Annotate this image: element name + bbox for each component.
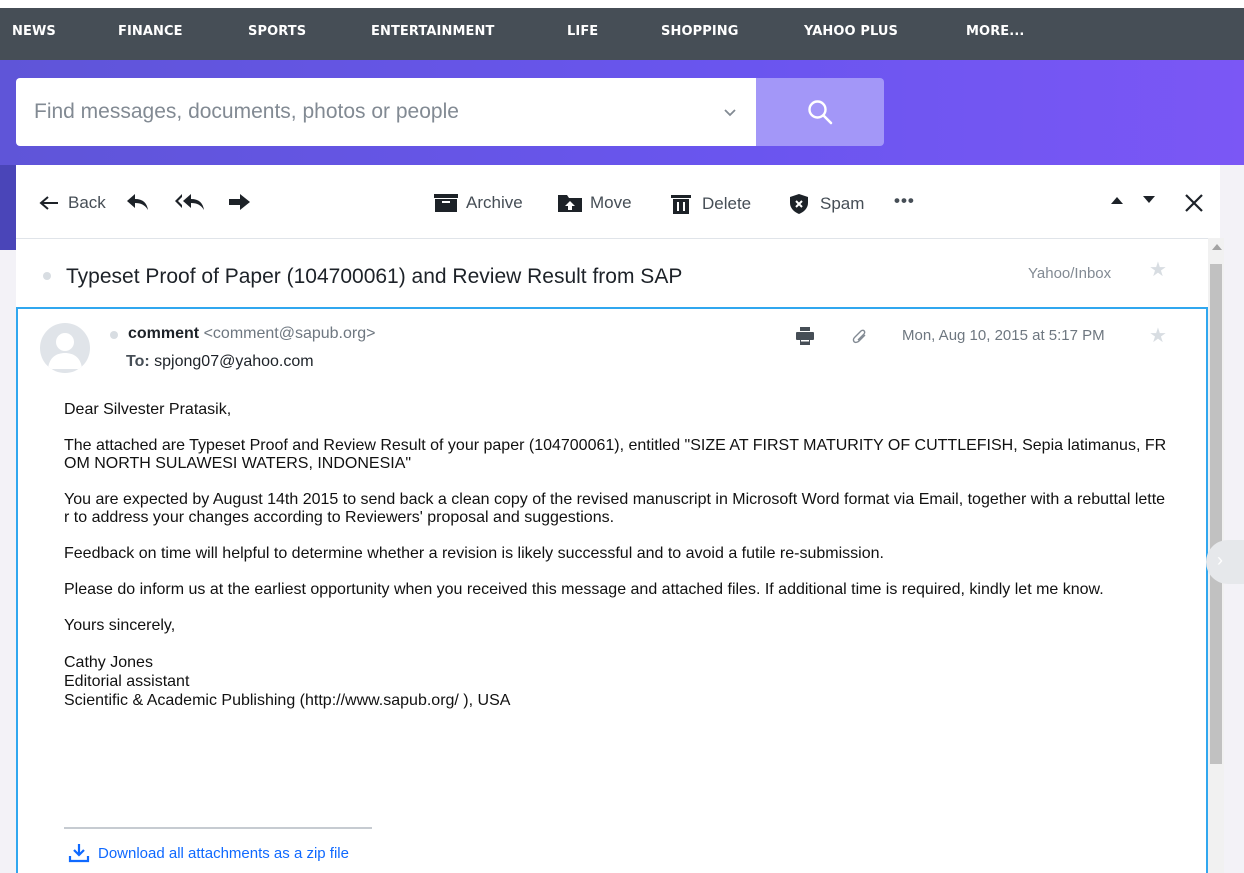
sender-status-dot	[110, 331, 118, 339]
move-button[interactable]: Move	[558, 193, 632, 213]
reply-button[interactable]	[126, 193, 150, 211]
delete-label: Delete	[702, 194, 752, 213]
trash-icon	[671, 195, 691, 214]
top-nav-bar	[0, 8, 1244, 60]
shield-icon	[790, 194, 808, 214]
nav-sports[interactable]: SPORTS	[248, 24, 306, 39]
message-subject: Typeset Proof of Paper (104700061) and R…	[66, 265, 683, 288]
arrow-left-icon	[39, 196, 58, 210]
sender-line: comment <comment@sapub.org>	[128, 325, 375, 343]
printer-icon	[796, 327, 814, 345]
more-actions-button[interactable]: •••	[894, 191, 915, 211]
nav-entertainment[interactable]: ENTERTAINMENT	[371, 24, 494, 39]
download-icon	[68, 844, 90, 863]
body-paragraph-3: Feedback on time will helpful to determi…	[64, 545, 884, 562]
unread-dot[interactable]	[43, 272, 51, 280]
delete-button[interactable]: Delete	[670, 193, 751, 215]
left-edge-strip	[0, 165, 16, 250]
message-panel: Back Archive Move Delete Spam ••• Typese…	[16, 165, 1220, 873]
user-icon	[48, 333, 82, 369]
search-bar	[16, 78, 884, 146]
recipient-address[interactable]: spjong07@yahoo.com	[154, 353, 313, 370]
signature: Cathy Jones Editorial assistant Scientif…	[64, 653, 1169, 710]
chevron-down-icon[interactable]	[722, 104, 738, 120]
attachments-divider	[64, 827, 372, 829]
to-label: To:	[126, 353, 150, 370]
back-label: Back	[68, 193, 106, 212]
avatar	[40, 323, 90, 373]
signature-org: Scientific & Academic Publishing (http:/…	[64, 692, 511, 709]
sender-email: <comment@sapub.org>	[203, 325, 376, 342]
nav-life[interactable]: LIFE	[567, 24, 598, 39]
signature-title: Editorial assistant	[64, 673, 190, 690]
download-label: Download all attachments as a zip file	[98, 844, 349, 862]
back-button[interactable]: Back	[38, 193, 106, 213]
closing: Yours sincerely,	[64, 617, 176, 634]
nav-yahoo-plus[interactable]: YAHOO PLUS	[804, 24, 898, 39]
spam-button[interactable]: Spam	[788, 193, 864, 215]
folder-label[interactable]: Yahoo/Inbox	[1028, 265, 1111, 282]
next-message-button[interactable]	[1142, 195, 1156, 205]
close-button[interactable]	[1184, 193, 1204, 213]
nav-shopping[interactable]: SHOPPING	[661, 24, 739, 39]
forward-button[interactable]	[228, 193, 252, 211]
spam-label: Spam	[820, 194, 865, 213]
archive-icon	[434, 194, 458, 212]
close-icon	[1185, 194, 1203, 212]
forward-icon	[229, 194, 250, 210]
triangle-up-icon	[1111, 197, 1123, 204]
top-nav: NEWS FINANCE SPORTS ENTERTAINMENT LIFE S…	[0, 0, 1244, 60]
body-paragraph-1: The attached are Typeset Proof and Revie…	[64, 437, 1167, 472]
nav-finance[interactable]: FINANCE	[118, 24, 183, 39]
body-paragraph-2: You are expected by August 14th 2015 to …	[64, 491, 1166, 526]
signature-name: Cathy Jones	[64, 654, 153, 671]
archive-button[interactable]: Archive	[434, 193, 523, 213]
star-icon[interactable]: ★	[1149, 257, 1167, 282]
recipient-line: To: spjong07@yahoo.com	[126, 353, 314, 371]
greeting: Dear Silvester Pratasik,	[64, 401, 232, 418]
message-card: comment <comment@sapub.org> To: spjong07…	[16, 307, 1208, 873]
reply-all-button[interactable]	[174, 193, 206, 211]
sender-name[interactable]: comment	[128, 325, 199, 342]
left-edge-strip-lower	[0, 250, 16, 873]
folder-move-icon	[558, 195, 582, 212]
body-paragraph-4: Please do inform us at the earliest oppo…	[64, 581, 1104, 598]
reply-all-icon	[175, 194, 204, 210]
scrollbar-thumb[interactable]	[1210, 264, 1222, 764]
expand-side-panel-button[interactable]: ›	[1206, 540, 1244, 584]
archive-label: Archive	[466, 193, 523, 212]
move-label: Move	[590, 193, 632, 212]
reply-icon	[127, 194, 148, 210]
nav-news[interactable]: NEWS	[12, 24, 56, 39]
scroll-up-arrow-icon[interactable]	[1212, 244, 1222, 250]
search-box	[16, 78, 756, 146]
search-input[interactable]	[34, 98, 714, 126]
message-date: Mon, Aug 10, 2015 at 5:17 PM	[902, 327, 1105, 344]
message-toolbar: Back Archive Move Delete Spam •••	[16, 165, 1220, 239]
attachment-button[interactable]	[852, 327, 868, 350]
triangle-down-icon	[1143, 196, 1155, 203]
subject-row: Typeset Proof of Paper (104700061) and R…	[16, 239, 1206, 307]
paperclip-icon	[852, 329, 866, 344]
search-button[interactable]	[756, 78, 884, 146]
nav-more[interactable]: MORE...	[966, 24, 1024, 39]
message-body: Dear Silvester Pratasik, The attached ar…	[64, 401, 1169, 710]
print-button[interactable]	[796, 327, 814, 350]
previous-message-button[interactable]	[1110, 195, 1124, 205]
message-star-icon[interactable]: ★	[1149, 323, 1167, 348]
download-attachments-link[interactable]: Download all attachments as a zip file	[68, 843, 349, 863]
search-icon	[808, 100, 833, 125]
chevron-right-icon: ›	[1217, 550, 1223, 570]
